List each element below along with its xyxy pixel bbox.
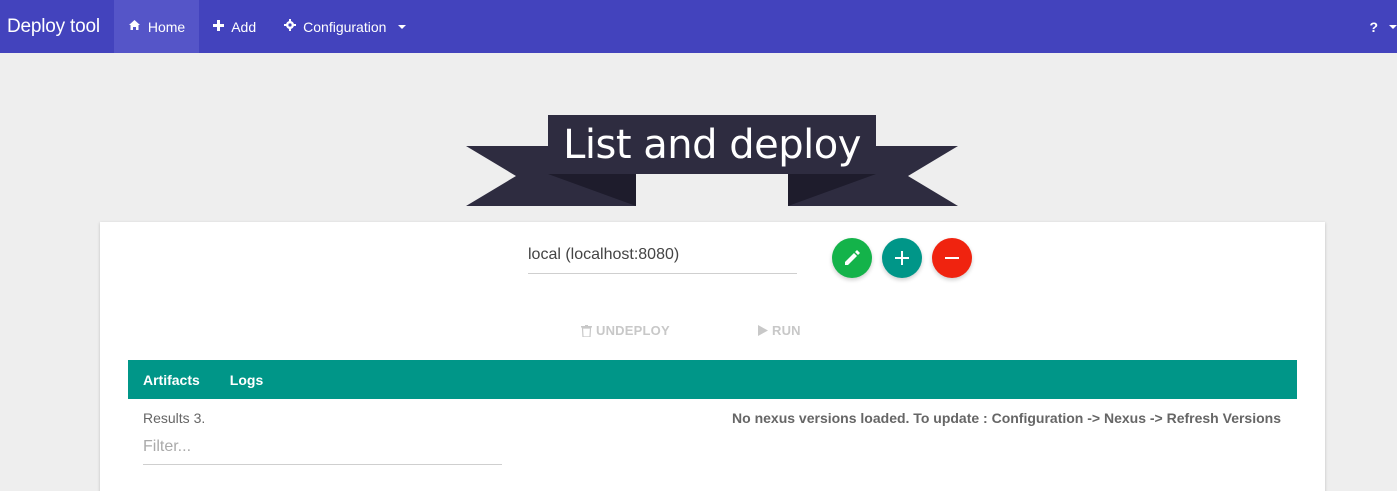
- nav-home-label: Home: [147, 18, 186, 35]
- chevron-down-icon: [1389, 24, 1397, 29]
- nav-add[interactable]: Add: [199, 0, 270, 53]
- plus-icon: [213, 19, 225, 34]
- top-navbar: Deploy tool Home Add Configuration ?: [0, 0, 1397, 53]
- nav-configuration-label: Configuration: [303, 18, 387, 35]
- gear-icon: [284, 19, 297, 34]
- help-label: ?: [1369, 18, 1378, 35]
- filter-input[interactable]: Filter...: [143, 432, 502, 465]
- run-button[interactable]: RUN: [758, 323, 801, 338]
- add-environment-button[interactable]: [882, 238, 922, 278]
- edit-environment-button[interactable]: [832, 238, 872, 278]
- remove-environment-button[interactable]: [932, 238, 972, 278]
- results-count: Results 3.: [143, 410, 206, 426]
- environment-select[interactable]: local (localhost:8080): [528, 236, 797, 274]
- tab-artifacts[interactable]: Artifacts: [143, 372, 200, 388]
- page-title: List and deploy: [548, 115, 876, 174]
- tab-logs[interactable]: Logs: [230, 372, 263, 388]
- nav-add-label: Add: [231, 18, 257, 35]
- help-dropdown[interactable]: ?: [1369, 0, 1397, 53]
- run-label: RUN: [772, 323, 801, 338]
- play-icon: [758, 325, 768, 336]
- undeploy-button[interactable]: UNDEPLOY: [581, 323, 670, 338]
- deploy-card: local (localhost:8080) UNDEPLOY RUN Arti…: [100, 222, 1325, 491]
- nexus-status-message: No nexus versions loaded. To update : Co…: [732, 410, 1281, 426]
- undeploy-label: UNDEPLOY: [596, 323, 670, 338]
- home-icon: [128, 19, 141, 34]
- nav-home[interactable]: Home: [113, 0, 200, 53]
- pencil-icon: [845, 250, 860, 265]
- tab-bar: Artifacts Logs: [128, 360, 1297, 399]
- trash-icon: [581, 324, 592, 337]
- minus-icon: [945, 257, 959, 259]
- plus-icon: [895, 251, 909, 265]
- brand-title[interactable]: Deploy tool: [0, 0, 114, 53]
- page-title-banner: List and deploy: [466, 114, 958, 206]
- chevron-down-icon: [398, 24, 407, 29]
- nav-configuration-dropdown[interactable]: Configuration: [270, 0, 420, 53]
